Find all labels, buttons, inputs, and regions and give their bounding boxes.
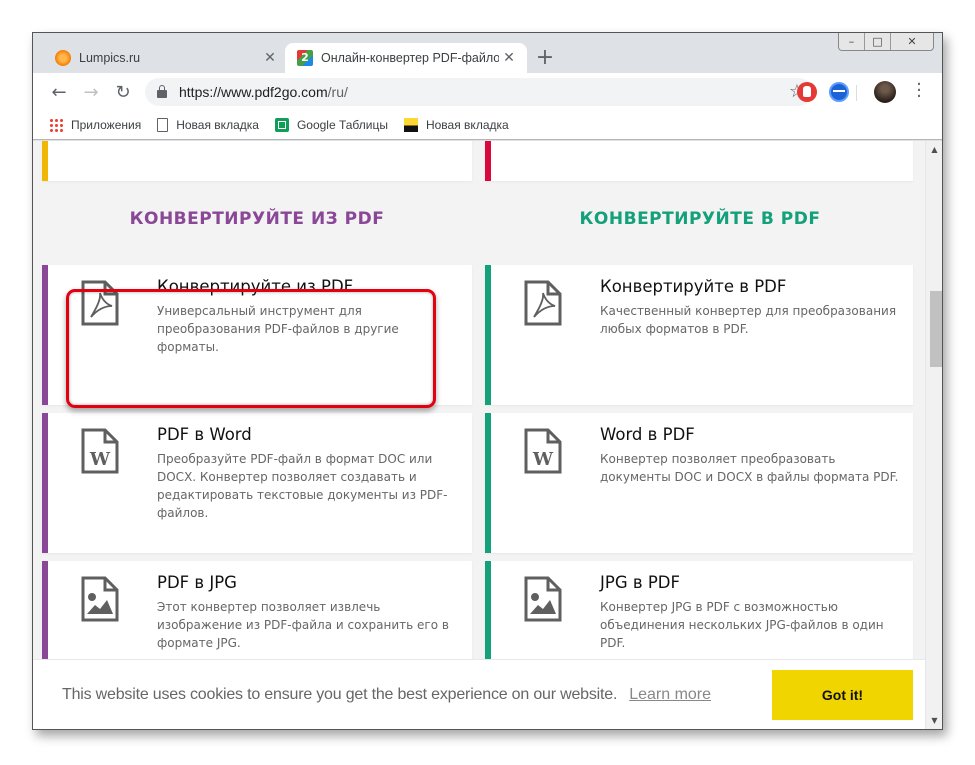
card-title: JPG в PDF [600, 573, 680, 592]
minimize-button[interactable]: – [839, 33, 865, 50]
close-tab-icon[interactable]: ✕ [260, 50, 280, 66]
card-top-right[interactable] [485, 141, 913, 181]
profile-avatar[interactable] [874, 81, 896, 103]
globe-extension-icon[interactable] [829, 82, 849, 102]
tab-title: Lumpics.ru [79, 51, 141, 65]
image-icon [403, 118, 418, 132]
card-convert-to-pdf[interactable]: Конвертируйте в PDF Качественный конверт… [485, 265, 913, 405]
svg-text:W: W [532, 449, 554, 470]
maximize-button[interactable]: □ [865, 33, 891, 50]
card-title: Конвертируйте в PDF [600, 277, 787, 296]
bookmarks-bar: Приложения Новая вкладка Google Таблицы … [33, 111, 942, 140]
bookmark-label: Новая вкладка [176, 118, 259, 132]
section-title-from-pdf: КОНВЕРТИРУЙТЕ ИЗ PDF [129, 209, 385, 229]
word-file-icon: W [81, 428, 119, 474]
adblock-extension-icon[interactable] [797, 82, 817, 102]
bookmark-label: Приложения [71, 118, 142, 132]
pdf2go-icon: 2 [297, 50, 313, 66]
page-viewport: КОНВЕРТИРУЙТЕ ИЗ PDF КОНВЕРТИРУЙТЕ В PDF… [33, 141, 942, 729]
url-host: https://www.pdf2go.com [179, 84, 328, 100]
image-file-icon [524, 576, 562, 622]
tab-strip: Lumpics.ru ✕ 2 Онлайн-конвертер PDF-файл… [33, 33, 942, 73]
card-description: Этот конвертер позволяет извлечь изображ… [157, 600, 449, 650]
orange-icon [55, 50, 71, 66]
page-icon [157, 118, 169, 132]
scroll-up-arrow-icon[interactable]: ▲ [926, 141, 942, 158]
card-title: Конвертируйте из PDF [157, 277, 354, 296]
window-controls: – □ ✕ [838, 33, 934, 51]
toolbar-divider [856, 85, 857, 101]
forward-button[interactable]: → [75, 78, 107, 106]
bookmark-google-sheets[interactable]: Google Таблицы [274, 118, 388, 132]
lock-icon [157, 85, 167, 98]
image-file-icon [81, 576, 119, 622]
bookmark-label: Google Таблицы [296, 118, 388, 132]
tab-title: Онлайн-конвертер PDF-файлов [321, 51, 499, 65]
card-top-left[interactable] [42, 141, 472, 181]
apps-icon [49, 118, 63, 132]
vertical-scrollbar[interactable]: ▲ ▼ [925, 141, 942, 729]
back-button[interactable]: ← [43, 78, 75, 106]
address-bar[interactable]: https://www.pdf2go.com/ru/ ☆ [145, 78, 813, 106]
pdf-file-icon [81, 280, 119, 326]
browser-window: Lumpics.ru ✕ 2 Онлайн-конвертер PDF-файл… [32, 32, 943, 730]
card-description: Конвертер позволяет преобразовать докуме… [600, 452, 899, 484]
new-tab-button[interactable]: + [533, 47, 557, 72]
url-text[interactable]: https://www.pdf2go.com/ru/ [179, 84, 348, 100]
card-title: Word в PDF [600, 425, 695, 444]
bookmark-new-tab-2[interactable]: Новая вкладка [403, 118, 509, 132]
cookie-message: This website uses cookies to ensure you … [62, 685, 618, 703]
tab-pdf2go[interactable]: 2 Онлайн-конвертер PDF-файлов ✕ [285, 43, 527, 73]
cookie-banner: This website uses cookies to ensure you … [33, 659, 925, 729]
bookmark-new-tab[interactable]: Новая вкладка [157, 118, 259, 132]
menu-icon[interactable]: · · · [911, 76, 927, 106]
close-window-button[interactable]: ✕ [891, 33, 933, 50]
bookmark-apps[interactable]: Приложения [49, 118, 141, 132]
toolbar: ← → ↻ https://www.pdf2go.com/ru/ ☆ ··· [33, 73, 942, 111]
card-pdf-to-word[interactable]: W PDF в Word Преобразуйте PDF-файл в фор… [42, 413, 472, 553]
section-title-to-pdf: КОНВЕРТИРУЙТЕ В PDF [579, 209, 821, 229]
card-convert-from-pdf[interactable]: Конвертируйте из PDF Универсальный инстр… [42, 265, 472, 405]
sheets-icon [274, 118, 289, 132]
card-description: Универсальный инструмент для преобразова… [157, 304, 399, 354]
card-title: PDF в JPG [157, 573, 237, 592]
word-file-icon: W [524, 428, 562, 474]
tab-lumpics[interactable]: Lumpics.ru ✕ [43, 43, 288, 73]
reload-button[interactable]: ↻ [107, 78, 139, 106]
learn-more-link[interactable]: Learn more [629, 686, 711, 704]
card-description: Конвертер JPG в PDF с возможностью объед… [600, 600, 884, 650]
bookmark-label: Новая вкладка [425, 118, 509, 132]
card-description: Преобразуйте PDF-файл в формат DOC или D… [157, 452, 448, 520]
card-description: Качественный конвертер для преобразовани… [600, 304, 897, 336]
pdf-file-icon [524, 280, 562, 326]
url-path: /ru/ [327, 84, 348, 100]
svg-text:W: W [89, 449, 111, 470]
card-title: PDF в Word [157, 425, 252, 444]
card-word-to-pdf[interactable]: W Word в PDF Конвертер позволяет преобра… [485, 413, 913, 553]
got-it-button[interactable]: Got it! [772, 670, 913, 720]
scroll-down-arrow-icon[interactable]: ▼ [926, 712, 942, 729]
close-tab-icon[interactable]: ✕ [499, 50, 519, 66]
scrollbar-thumb[interactable] [930, 291, 942, 367]
